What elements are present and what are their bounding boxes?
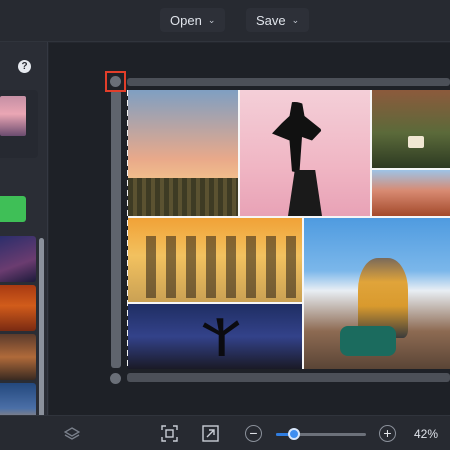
open-label: Open (170, 12, 202, 28)
left-panel: ? (0, 42, 48, 450)
collage-photo-hiker-mountains[interactable] (304, 218, 450, 369)
photo-detail (340, 326, 396, 356)
photo-detail (128, 178, 238, 216)
photo-detail (288, 170, 322, 216)
template-thumbnail[interactable] (0, 90, 38, 158)
save-menu-button[interactable]: Save ⌄ (246, 8, 310, 32)
collage-photo-red-rocks[interactable] (372, 170, 450, 216)
save-label: Save (256, 12, 286, 28)
zoom-in-button[interactable]: + (379, 425, 396, 442)
photo-detail (408, 136, 424, 148)
collage-photo-hand-tag[interactable] (372, 90, 450, 168)
corner-resize-handle[interactable] (110, 373, 121, 384)
canvas-area (49, 43, 450, 415)
thumbnail-image (0, 96, 26, 136)
photo-detail (146, 236, 296, 298)
layers-icon[interactable] (64, 426, 80, 442)
background-thumbnail[interactable] (0, 236, 36, 282)
zoom-slider[interactable] (276, 428, 366, 440)
collage-photo-night-tree[interactable] (128, 304, 302, 369)
bottom-ruler[interactable] (127, 373, 450, 382)
chevron-down-icon: ⌄ (207, 14, 216, 25)
collage-photo-silhouette-climber[interactable] (240, 90, 370, 216)
photo-detail (202, 318, 240, 356)
background-thumbnail[interactable] (0, 334, 36, 380)
collage-photo-desert-sunset[interactable] (128, 90, 238, 216)
open-menu-button[interactable]: Open ⌄ (160, 8, 226, 32)
photo-collage[interactable] (128, 90, 450, 369)
apply-button[interactable] (0, 196, 26, 222)
left-ruler[interactable] (111, 90, 121, 368)
top-ruler[interactable] (127, 78, 450, 86)
zoom-out-button[interactable]: − (245, 425, 262, 442)
background-thumbnail[interactable] (0, 285, 36, 331)
export-icon[interactable] (202, 425, 219, 442)
bottom-toolbar: − + 42% (0, 415, 450, 450)
help-icon[interactable]: ? (18, 60, 31, 73)
selection-highlight (105, 71, 126, 92)
collage-editor: Open ⌄ Save ⌄ ? − + 42% (0, 0, 450, 450)
collage-photo-group-walking[interactable] (128, 218, 302, 302)
photo-detail (272, 102, 322, 172)
top-toolbar: Open ⌄ Save ⌄ (0, 0, 450, 42)
chevron-down-icon: ⌄ (291, 14, 300, 25)
fit-to-screen-icon[interactable] (161, 425, 178, 442)
zoom-percent: 42% (414, 427, 439, 441)
zoom-slider-knob[interactable] (288, 428, 300, 440)
panel-scrollbar[interactable] (39, 238, 44, 428)
